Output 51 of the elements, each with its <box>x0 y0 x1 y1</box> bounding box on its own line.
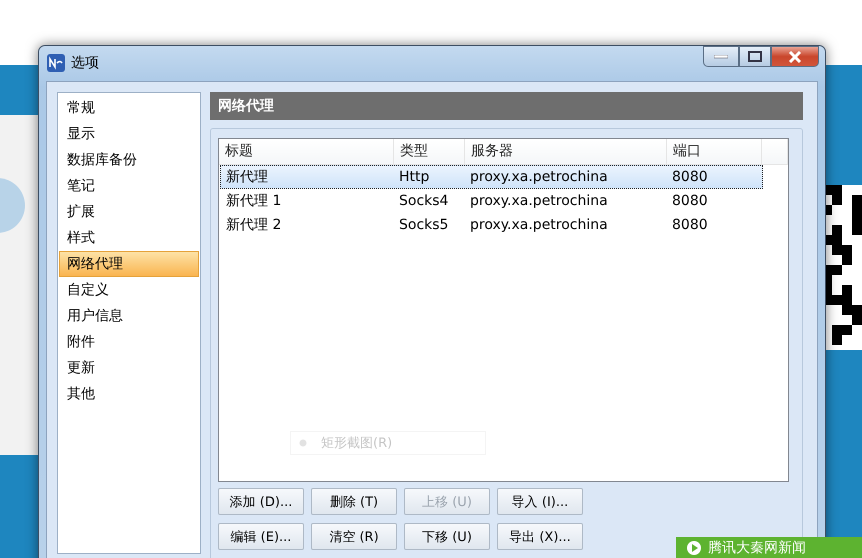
minimize-icon <box>714 54 728 58</box>
action-button[interactable]: 清空 (R) <box>311 523 397 550</box>
table-cell-text: Http <box>398 168 430 187</box>
category-item[interactable]: 用户信息 <box>59 303 199 329</box>
action-button[interactable]: 删除 (T) <box>311 488 397 515</box>
table-cell-text: Socks5 <box>398 216 450 235</box>
table-cell-text: 新代理 <box>225 168 269 187</box>
news-title: 腾讯大秦网新闻 <box>708 540 806 556</box>
panel-title: 网络代理 <box>210 92 803 120</box>
column-header[interactable]: 类型 <box>394 139 465 164</box>
play-icon <box>686 540 702 556</box>
table-cell-text: Socks4 <box>398 192 450 211</box>
table-cell-text: 8080 <box>671 192 709 211</box>
category-item[interactable]: 其他 <box>59 381 199 407</box>
category-item[interactable]: 显示 <box>59 121 199 147</box>
table-cell-text: proxy.xa.petrochina <box>469 192 609 211</box>
table-cell-text: 新代理 1 <box>225 192 282 211</box>
maximize-button[interactable] <box>739 46 771 67</box>
table-cell-text: 8080 <box>671 168 709 187</box>
action-button[interactable]: 编辑 (E)... <box>218 523 304 550</box>
category-item[interactable]: 数据库备份 <box>59 147 199 173</box>
category-item[interactable]: 网络代理 <box>59 251 199 277</box>
window-title: 选项 <box>71 54 99 72</box>
ghost-menu-label: 矩形截图(R) <box>321 435 392 452</box>
maximize-icon <box>748 51 762 62</box>
category-item[interactable]: 更新 <box>59 355 199 381</box>
column-header[interactable]: 标题 <box>219 139 394 164</box>
action-button[interactable]: 下移 (U) <box>404 523 490 550</box>
dot-icon <box>299 439 307 447</box>
action-button[interactable]: 导出 (X)... <box>497 523 583 550</box>
proxy-row[interactable]: 新代理 Http proxy.xa.petrochina 8080 <box>220 165 763 189</box>
category-item[interactable]: 附件 <box>59 329 199 355</box>
close-button[interactable] <box>771 46 819 67</box>
table-cell-text: 新代理 2 <box>225 216 282 235</box>
category-item[interactable]: 笔记 <box>59 173 199 199</box>
action-button[interactable]: 添加 (D)... <box>218 488 304 515</box>
minimize-button[interactable] <box>703 46 739 67</box>
proxy-row[interactable]: 新代理 1 Socks4 proxy.xa.petrochina 8080 <box>220 189 763 213</box>
table-cell-text: proxy.xa.petrochina <box>469 168 609 187</box>
column-header[interactable]: 端口 <box>667 139 762 164</box>
category-item[interactable]: 样式 <box>59 225 199 251</box>
table-cell-text: proxy.xa.petrochina <box>469 216 609 235</box>
category-item[interactable]: 扩展 <box>59 199 199 225</box>
category-item[interactable]: 常规 <box>59 95 199 121</box>
close-icon <box>788 50 802 62</box>
category-item[interactable]: 自定义 <box>59 277 199 303</box>
table-cell-text: 8080 <box>671 216 709 235</box>
action-button[interactable]: 导入 (I)... <box>497 488 583 515</box>
column-header[interactable]: 服务器 <box>465 139 667 164</box>
proxy-row[interactable]: 新代理 2 Socks5 proxy.xa.petrochina 8080 <box>220 213 763 237</box>
app-logo-icon <box>47 54 65 72</box>
